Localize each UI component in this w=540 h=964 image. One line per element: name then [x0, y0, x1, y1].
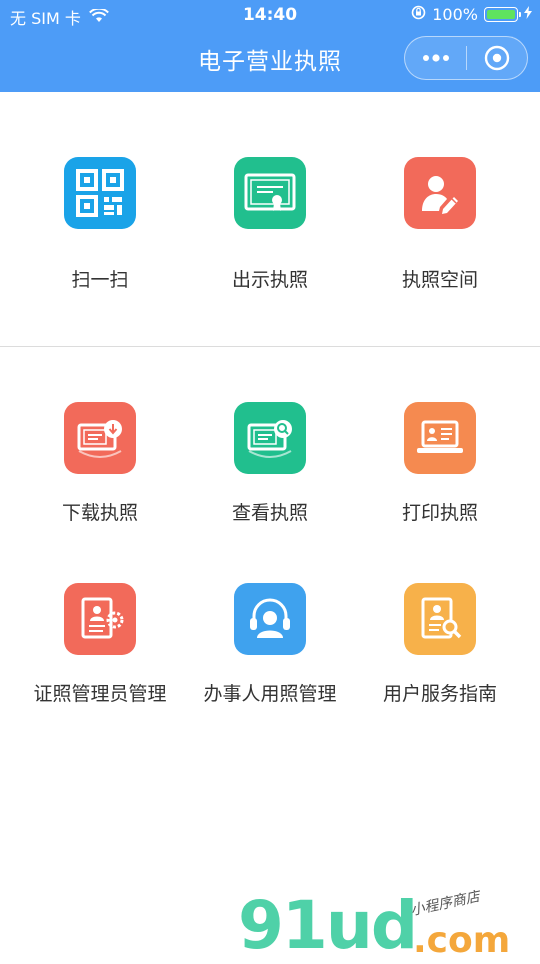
battery-percent: 100%: [432, 5, 478, 24]
license-search-icon: [234, 402, 306, 474]
watermark-logo: 91ud: [238, 887, 418, 964]
license-download-icon: [64, 402, 136, 474]
watermark-tagline: 小程序商店: [409, 888, 482, 920]
user-guide-label: 用户服务指南: [382, 683, 497, 705]
download-license-button[interactable]: 下载执照: [10, 402, 190, 525]
watermark-domain: .com: [413, 920, 511, 961]
battery-icon: [484, 7, 521, 22]
section-divider: [0, 346, 540, 347]
document-gear-icon: [64, 583, 136, 655]
laptop-print-icon: [404, 402, 476, 474]
certificate-icon: [234, 157, 306, 229]
view-license-button[interactable]: 查看执照: [180, 402, 360, 525]
agent-license-label: 办事人用照管理: [203, 683, 337, 705]
document-magnifier-icon: [404, 583, 476, 655]
watermark: 91ud .com 小程序商店: [238, 885, 538, 964]
mini-program-capsule: [404, 36, 528, 80]
show-license-button[interactable]: 出示执照: [180, 157, 360, 292]
status-bar: 无 SIM 卡 14:40 100%: [0, 0, 540, 30]
charging-icon: [524, 6, 532, 23]
more-dots-icon[interactable]: [405, 36, 466, 80]
headset-user-icon: [234, 583, 306, 655]
license-admin-label: 证照管理员管理: [33, 683, 167, 705]
top-bar: 无 SIM 卡 14:40 100% 电子营业执照: [0, 0, 540, 92]
agent-license-button[interactable]: 办事人用照管理: [180, 583, 360, 706]
print-license-label: 打印执照: [401, 502, 478, 524]
license-space-button[interactable]: 执照空间: [350, 157, 530, 292]
scan-label: 扫一扫: [71, 269, 129, 291]
scan-button[interactable]: 扫一扫: [10, 157, 190, 292]
license-space-label: 执照空间: [401, 269, 478, 291]
close-circle-icon[interactable]: [467, 36, 527, 80]
download-license-label: 下载执照: [61, 502, 138, 524]
show-license-label: 出示执照: [231, 269, 308, 291]
rotation-lock-icon: [411, 5, 426, 24]
print-license-button[interactable]: 打印执照: [350, 402, 530, 525]
qr-code-icon: [64, 157, 136, 229]
view-license-label: 查看执照: [231, 502, 308, 524]
user-edit-icon: [404, 157, 476, 229]
user-guide-button[interactable]: 用户服务指南: [350, 583, 530, 706]
license-admin-button[interactable]: 证照管理员管理: [10, 583, 190, 706]
